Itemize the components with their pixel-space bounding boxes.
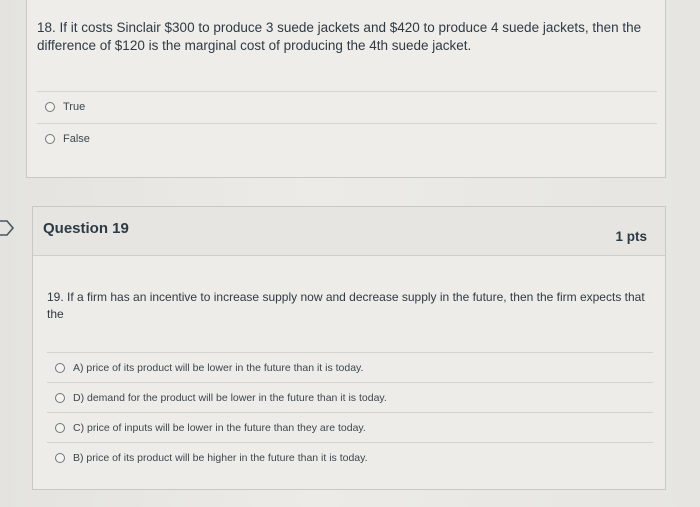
answer-option-b[interactable]: B) price of its product will be higher i… — [47, 442, 653, 472]
question-19-text: 19. If a firm has an incentive to increa… — [47, 290, 645, 321]
answer-label: D) demand for the product will be lower … — [73, 391, 387, 404]
quiz-page: 18. If it costs Sinclair $300 to produce… — [0, 0, 700, 507]
question-19-card: Question 19 1 pts 19. If a firm has an i… — [32, 206, 666, 490]
question-18-text: 18. If it costs Sinclair $300 to produce… — [37, 20, 642, 53]
radio-button-icon[interactable] — [45, 101, 55, 112]
radio-button-icon[interactable] — [55, 362, 65, 373]
answer-option-d[interactable]: D) demand for the product will be lower … — [47, 382, 653, 412]
answer-label: True — [63, 100, 86, 113]
answer-label: A) price of its product will be lower in… — [73, 361, 364, 374]
answer-option-false[interactable]: False — [37, 123, 657, 153]
question-18-card: 18. If it costs Sinclair $300 to produce… — [26, 0, 666, 178]
answer-option-true[interactable]: True — [37, 91, 657, 121]
radio-button-icon[interactable] — [45, 133, 55, 144]
answer-label: C) price of inputs will be lower in the … — [73, 421, 366, 434]
question-marker-icon — [0, 220, 15, 236]
radio-button-icon[interactable] — [55, 452, 65, 463]
question-19-header: Question 19 1 pts — [33, 207, 665, 256]
radio-button-icon[interactable] — [55, 422, 65, 433]
question-title: Question 19 — [43, 220, 129, 237]
answer-label: B) price of its product will be higher i… — [73, 451, 368, 464]
radio-button-icon[interactable] — [55, 392, 65, 403]
answer-option-c[interactable]: C) price of inputs will be lower in the … — [47, 412, 653, 442]
answer-label: False — [63, 132, 90, 145]
question-points: 1 pts — [615, 229, 647, 244]
answer-option-a[interactable]: A) price of its product will be lower in… — [47, 352, 653, 382]
